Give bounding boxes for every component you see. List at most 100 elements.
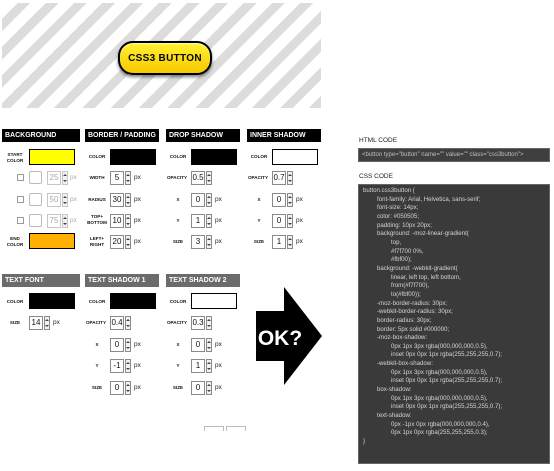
stop-2-spinner[interactable] bbox=[62, 193, 68, 207]
css-code-line: 0px 1px 3px rgba(000,000,000,0.5), bbox=[391, 394, 488, 402]
text-shadow-2-x-input[interactable]: 0 bbox=[191, 338, 205, 352]
border-width-input[interactable]: 5 bbox=[110, 171, 124, 185]
bottom-tab-1[interactable] bbox=[204, 426, 224, 431]
text-shadow-2-size-spinner[interactable] bbox=[206, 381, 212, 395]
text-shadow-1-size-input[interactable]: 0 bbox=[110, 381, 124, 395]
text-shadow-1-y-spinner[interactable] bbox=[125, 359, 131, 373]
css-code-line: font-size: 14px; bbox=[377, 204, 419, 212]
stop-3-input[interactable]: 75 bbox=[47, 214, 61, 228]
html-code-label: HTML CODE bbox=[359, 137, 398, 144]
inner-shadow-size-input[interactable]: 1 bbox=[272, 235, 286, 249]
border-color-swatch[interactable] bbox=[110, 149, 156, 165]
text-font-header: TEXT FONT bbox=[2, 274, 80, 287]
drop-shadow-y-label: Y bbox=[176, 218, 180, 223]
button-preview: CSS3 BUTTON bbox=[2, 3, 321, 108]
ok-badge-text: OK? bbox=[258, 327, 302, 350]
padding-topbottom-input[interactable]: 10 bbox=[110, 214, 124, 228]
padding-leftright-unit: px bbox=[134, 238, 141, 245]
text-shadow-1-color-label: COLOR bbox=[88, 299, 106, 304]
stop-1-spinner[interactable] bbox=[62, 171, 68, 185]
text-shadow-2-size-input[interactable]: 0 bbox=[191, 381, 205, 395]
stop-2-checkbox[interactable] bbox=[17, 196, 24, 203]
stop-3-color[interactable] bbox=[29, 214, 42, 227]
stop-1-input[interactable]: 25 bbox=[47, 171, 61, 185]
inner-shadow-opacity-spinner[interactable] bbox=[287, 171, 293, 185]
border-width-spinner[interactable] bbox=[125, 171, 131, 185]
border-width-unit: px bbox=[134, 174, 141, 181]
stop-2-color[interactable] bbox=[29, 193, 42, 206]
css-code-line: #fbf00); bbox=[391, 256, 412, 264]
css-code-line: linear, left top, left bottom, bbox=[391, 273, 461, 281]
inner-shadow-size-label: SIZE bbox=[253, 239, 265, 244]
text-shadow-2-y-spinner[interactable] bbox=[206, 359, 212, 373]
drop-shadow-x-input[interactable]: 0 bbox=[191, 193, 205, 207]
text-shadow-1-opacity-input[interactable]: 0.4 bbox=[110, 316, 124, 330]
drop-shadow-size-spinner[interactable] bbox=[206, 235, 212, 249]
border-color-label: COLOR bbox=[88, 154, 106, 159]
border-radius-spinner[interactable] bbox=[125, 193, 131, 207]
inner-shadow-size-spinner[interactable] bbox=[287, 235, 293, 249]
css-code-line: inset 0px 0px 1px rgba(255,255,255,0.7); bbox=[391, 351, 503, 359]
start-color-label: START COLOR bbox=[6, 152, 24, 163]
text-shadow-2-opacity-spinner[interactable] bbox=[206, 316, 212, 330]
text-shadow-1-color-swatch[interactable] bbox=[110, 293, 156, 309]
drop-shadow-size-input[interactable]: 3 bbox=[191, 235, 205, 249]
border-radius-input[interactable]: 30 bbox=[110, 193, 124, 207]
padding-leftright-spinner[interactable] bbox=[125, 235, 131, 249]
text-shadow-2-opacity-input[interactable]: 0.3 bbox=[191, 316, 205, 330]
drop-shadow-opacity-input[interactable]: 0.5 bbox=[191, 171, 205, 185]
text-shadow-1-y-unit: px bbox=[134, 362, 141, 369]
bottom-tab-2[interactable] bbox=[226, 426, 246, 431]
stop-1-color[interactable] bbox=[29, 171, 42, 184]
text-font-size-label: SIZE bbox=[9, 320, 21, 325]
text-font-size-input[interactable]: 14 bbox=[29, 316, 43, 330]
css3-preview-button[interactable]: CSS3 BUTTON bbox=[118, 41, 212, 75]
start-color-swatch[interactable] bbox=[29, 149, 75, 165]
stop-1-unit: px bbox=[70, 174, 77, 181]
drop-shadow-y-input[interactable]: 1 bbox=[191, 214, 205, 228]
stop-2-input[interactable]: 50 bbox=[47, 193, 61, 207]
text-shadow-2-x-unit: px bbox=[215, 341, 222, 348]
inner-shadow-y-input[interactable]: 0 bbox=[272, 214, 286, 228]
text-shadow-2-y-label: Y bbox=[176, 363, 180, 368]
text-shadow-1-x-spinner[interactable] bbox=[125, 338, 131, 352]
text-shadow-1-size-label: SIZE bbox=[91, 385, 103, 390]
text-shadow-1-opacity-label: OPACITY bbox=[85, 320, 107, 325]
inner-shadow-y-spinner[interactable] bbox=[287, 214, 293, 228]
text-shadow-2-color-swatch[interactable] bbox=[191, 293, 237, 309]
end-color-swatch[interactable] bbox=[29, 233, 75, 249]
inner-shadow-x-label: X bbox=[257, 197, 261, 202]
text-shadow-2-y-input[interactable]: 1 bbox=[191, 359, 205, 373]
text-shadow-1-x-input[interactable]: 0 bbox=[110, 338, 124, 352]
text-shadow-1-y-input[interactable]: -1 bbox=[110, 359, 124, 373]
text-shadow-2-x-spinner[interactable] bbox=[206, 338, 212, 352]
drop-shadow-color-swatch[interactable] bbox=[191, 149, 237, 165]
css-code-area[interactable]: button.css3button {font-family: Arial, H… bbox=[358, 184, 550, 464]
drop-shadow-opacity-spinner[interactable] bbox=[206, 171, 212, 185]
html-code-field[interactable]: <button type="button" name="" value="" c… bbox=[358, 148, 550, 162]
text-shadow-1-size-spinner[interactable] bbox=[125, 381, 131, 395]
drop-shadow-x-spinner[interactable] bbox=[206, 193, 212, 207]
stop-3-spinner[interactable] bbox=[62, 214, 68, 228]
drop-shadow-x-unit: px bbox=[215, 196, 222, 203]
text-font-color-swatch[interactable] bbox=[29, 293, 75, 309]
padding-leftright-input[interactable]: 20 bbox=[110, 235, 124, 249]
drop-shadow-y-spinner[interactable] bbox=[206, 214, 212, 228]
text-shadow-2-x-label: X bbox=[176, 342, 180, 347]
stop-3-checkbox[interactable] bbox=[17, 217, 24, 224]
text-shadow-1-opacity-spinner[interactable] bbox=[125, 316, 131, 330]
end-color-label: END COLOR bbox=[6, 236, 24, 247]
drop-shadow-size-label: SIZE bbox=[172, 239, 184, 244]
css-code-line: border-radius: 30px; bbox=[377, 316, 432, 324]
css-code-line: 0px 1px 3px rgba(000,000,000,0.5), bbox=[391, 342, 488, 350]
padding-topbottom-spinner[interactable] bbox=[125, 214, 131, 228]
inner-shadow-x-input[interactable]: 0 bbox=[272, 193, 286, 207]
text-font-color-label: COLOR bbox=[6, 299, 24, 304]
inner-shadow-opacity-input[interactable]: 0.7 bbox=[272, 171, 286, 185]
stop-1-checkbox[interactable] bbox=[17, 174, 24, 181]
css-code-line: 0px 1px 3px rgba(000,000,000,0.5), bbox=[391, 368, 488, 376]
css-code-line: -webkit-border-radius: 30px; bbox=[377, 308, 453, 316]
inner-shadow-x-spinner[interactable] bbox=[287, 193, 293, 207]
inner-shadow-color-swatch[interactable] bbox=[272, 149, 318, 165]
text-font-size-spinner[interactable] bbox=[44, 316, 50, 330]
